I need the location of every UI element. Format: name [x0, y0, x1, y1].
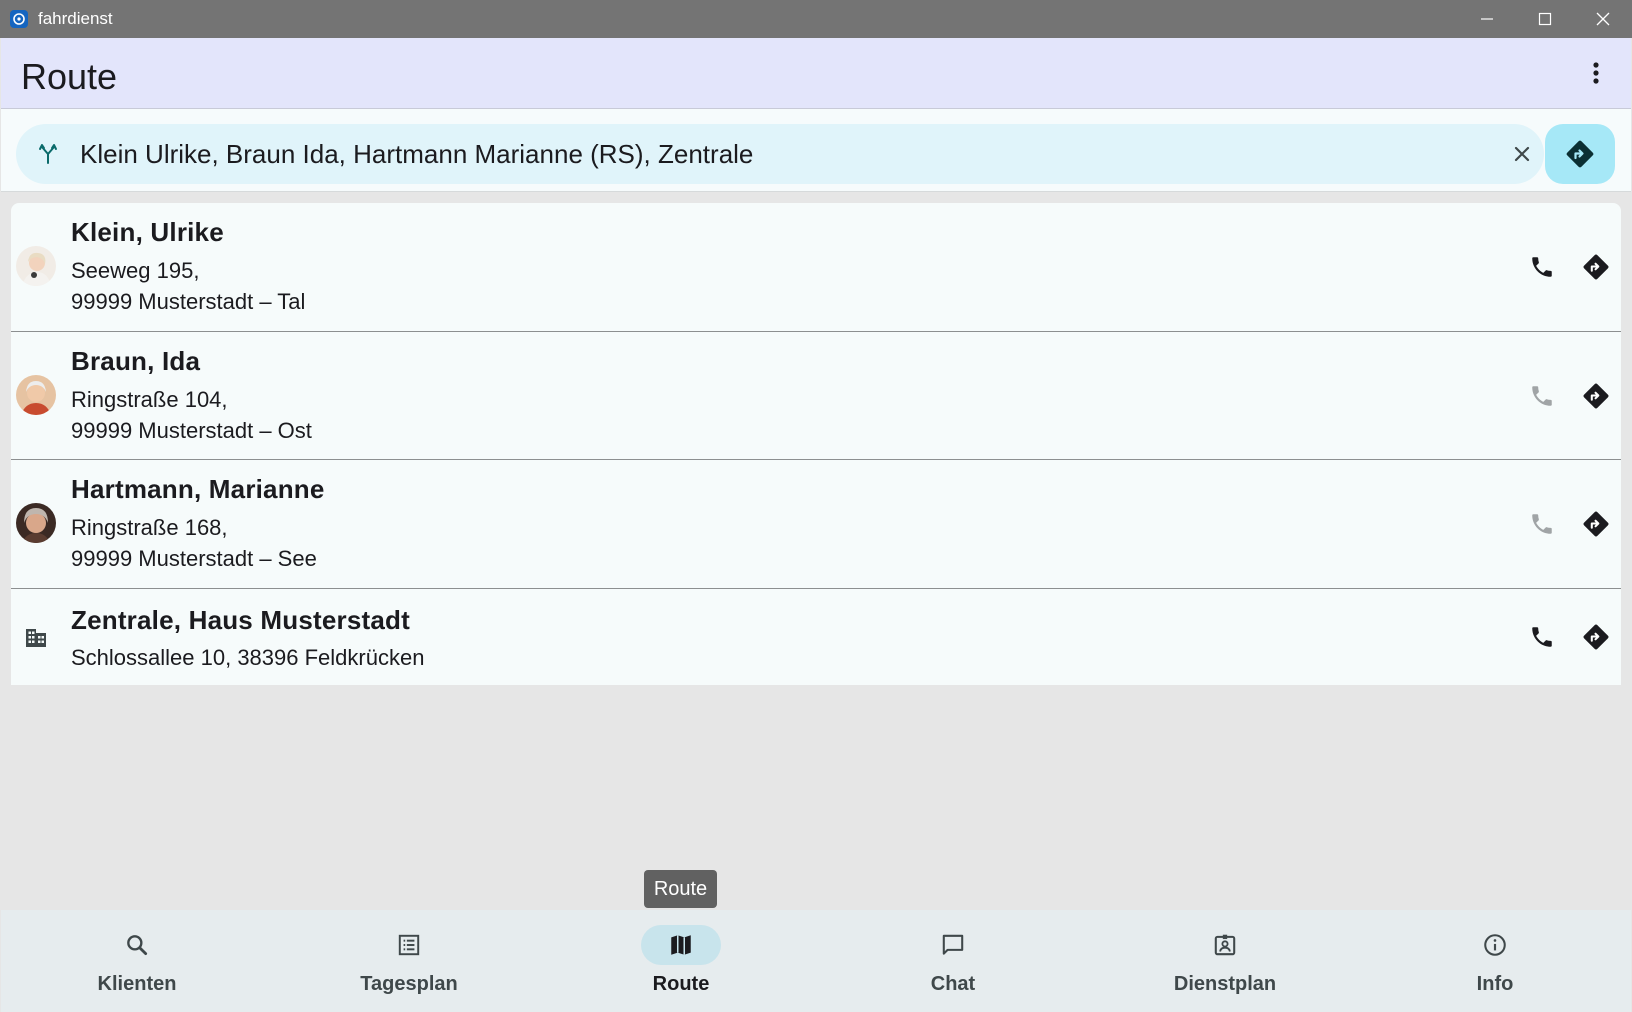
route-bar-section: Klein Ulrike, Braun Ida, Hartmann Marian… — [1, 109, 1631, 192]
stop-list: Klein, Ulrike Seeweg 195, 99999 Musterst… — [11, 203, 1621, 685]
list-item[interactable]: Braun, Ida Ringstraße 104, 99999 Musters… — [11, 332, 1621, 460]
nav-label: Dienstplan — [1173, 973, 1277, 995]
app-logo-icon — [10, 10, 28, 28]
directions-icon — [1583, 383, 1609, 409]
minimize-icon — [1481, 18, 1493, 20]
address-line: 99999 Musterstadt – Ost — [71, 418, 312, 443]
nav-label: Klienten — [97, 973, 177, 995]
phone-icon — [1532, 257, 1552, 277]
window-title-bar: fahrdienst — [0, 0, 1632, 38]
nav-item-dienstplan[interactable]: Dienstplan — [1089, 910, 1361, 1012]
address-line: Schlossallee 10, 38396 Feldkrücken — [71, 645, 425, 670]
directions-icon — [1583, 511, 1609, 537]
avatar — [16, 503, 56, 543]
call-button[interactable] — [1527, 509, 1557, 539]
client-name: Braun, Ida — [71, 346, 201, 376]
map-icon — [671, 935, 691, 955]
nav-label: Route — [652, 973, 710, 995]
more-vert-icon — [1593, 62, 1599, 84]
nav-item-route[interactable]: Route — [545, 910, 817, 1012]
info-icon — [1484, 934, 1506, 956]
maximize-button[interactable] — [1516, 0, 1574, 38]
directions-icon — [1583, 254, 1609, 280]
nav-label: Chat — [930, 973, 976, 995]
minimize-button[interactable] — [1458, 0, 1516, 38]
address-line: Seeweg 195, — [71, 258, 200, 283]
route-summary-text: Klein Ulrike, Braun Ida, Hartmann Marian… — [80, 139, 754, 169]
address-line: Ringstraße 104, — [71, 387, 228, 412]
phone-icon — [1532, 386, 1552, 406]
phone-icon — [1532, 627, 1552, 647]
call-button[interactable] — [1527, 622, 1557, 652]
nav-item-chat[interactable]: Chat — [817, 910, 1089, 1012]
call-button[interactable] — [1527, 381, 1557, 411]
nav-item-klienten[interactable]: Klienten — [1, 910, 273, 1012]
call-button[interactable] — [1527, 252, 1557, 282]
more-menu-button[interactable] — [1581, 58, 1611, 88]
nav-item-tagesplan[interactable]: Tagesplan — [273, 910, 545, 1012]
maximize-icon — [1538, 12, 1552, 26]
nav-label: Tagesplan — [360, 973, 458, 995]
directions-icon — [1566, 140, 1594, 168]
clear-icon[interactable] — [1510, 142, 1534, 166]
client-name: Klein, Ulrike — [71, 217, 224, 247]
window-title: fahrdienst — [38, 9, 113, 28]
route-field[interactable]: Klein Ulrike, Braun Ida, Hartmann Marian… — [16, 124, 1544, 184]
search-icon — [127, 935, 148, 956]
directions-icon — [1583, 624, 1609, 650]
avatar — [16, 375, 56, 415]
close-icon — [1596, 12, 1610, 26]
navigate-button[interactable] — [1581, 622, 1611, 652]
avatar — [16, 246, 56, 286]
list-icon — [398, 934, 420, 956]
start-navigation-button[interactable] — [1545, 124, 1615, 184]
client-name: Hartmann, Marianne — [71, 474, 325, 504]
phone-icon — [1532, 514, 1552, 534]
address-line: Ringstraße 168, — [71, 515, 228, 540]
page-title: Route — [21, 56, 118, 97]
building-icon — [16, 617, 56, 657]
address-line: 99999 Musterstadt – Tal — [71, 289, 306, 314]
chat-icon — [942, 934, 964, 955]
nav-item-info[interactable]: Info — [1359, 910, 1631, 1012]
client-name: Zentrale, Haus Musterstadt — [71, 605, 410, 635]
navigate-button[interactable] — [1581, 381, 1611, 411]
app-bar: Route — [1, 38, 1631, 109]
navigate-button[interactable] — [1581, 509, 1611, 539]
address-line: 99999 Musterstadt – See — [71, 546, 317, 571]
bottom-navigation: Klienten Tagesplan Route Chat Dienstplan… — [1, 910, 1631, 1012]
list-item[interactable]: Hartmann, Marianne Ringstraße 168, 99999… — [11, 460, 1621, 589]
list-item[interactable]: Klein, Ulrike Seeweg 195, 99999 Musterst… — [11, 203, 1621, 332]
badge-icon — [1214, 934, 1236, 956]
nav-tooltip: Route — [644, 870, 717, 908]
navigate-button[interactable] — [1581, 252, 1611, 282]
close-window-button[interactable] — [1574, 0, 1632, 38]
list-item[interactable]: Zentrale, Haus Musterstadt Schlossallee … — [11, 589, 1621, 685]
fork-icon — [39, 144, 57, 164]
nav-label: Info — [1476, 973, 1514, 995]
